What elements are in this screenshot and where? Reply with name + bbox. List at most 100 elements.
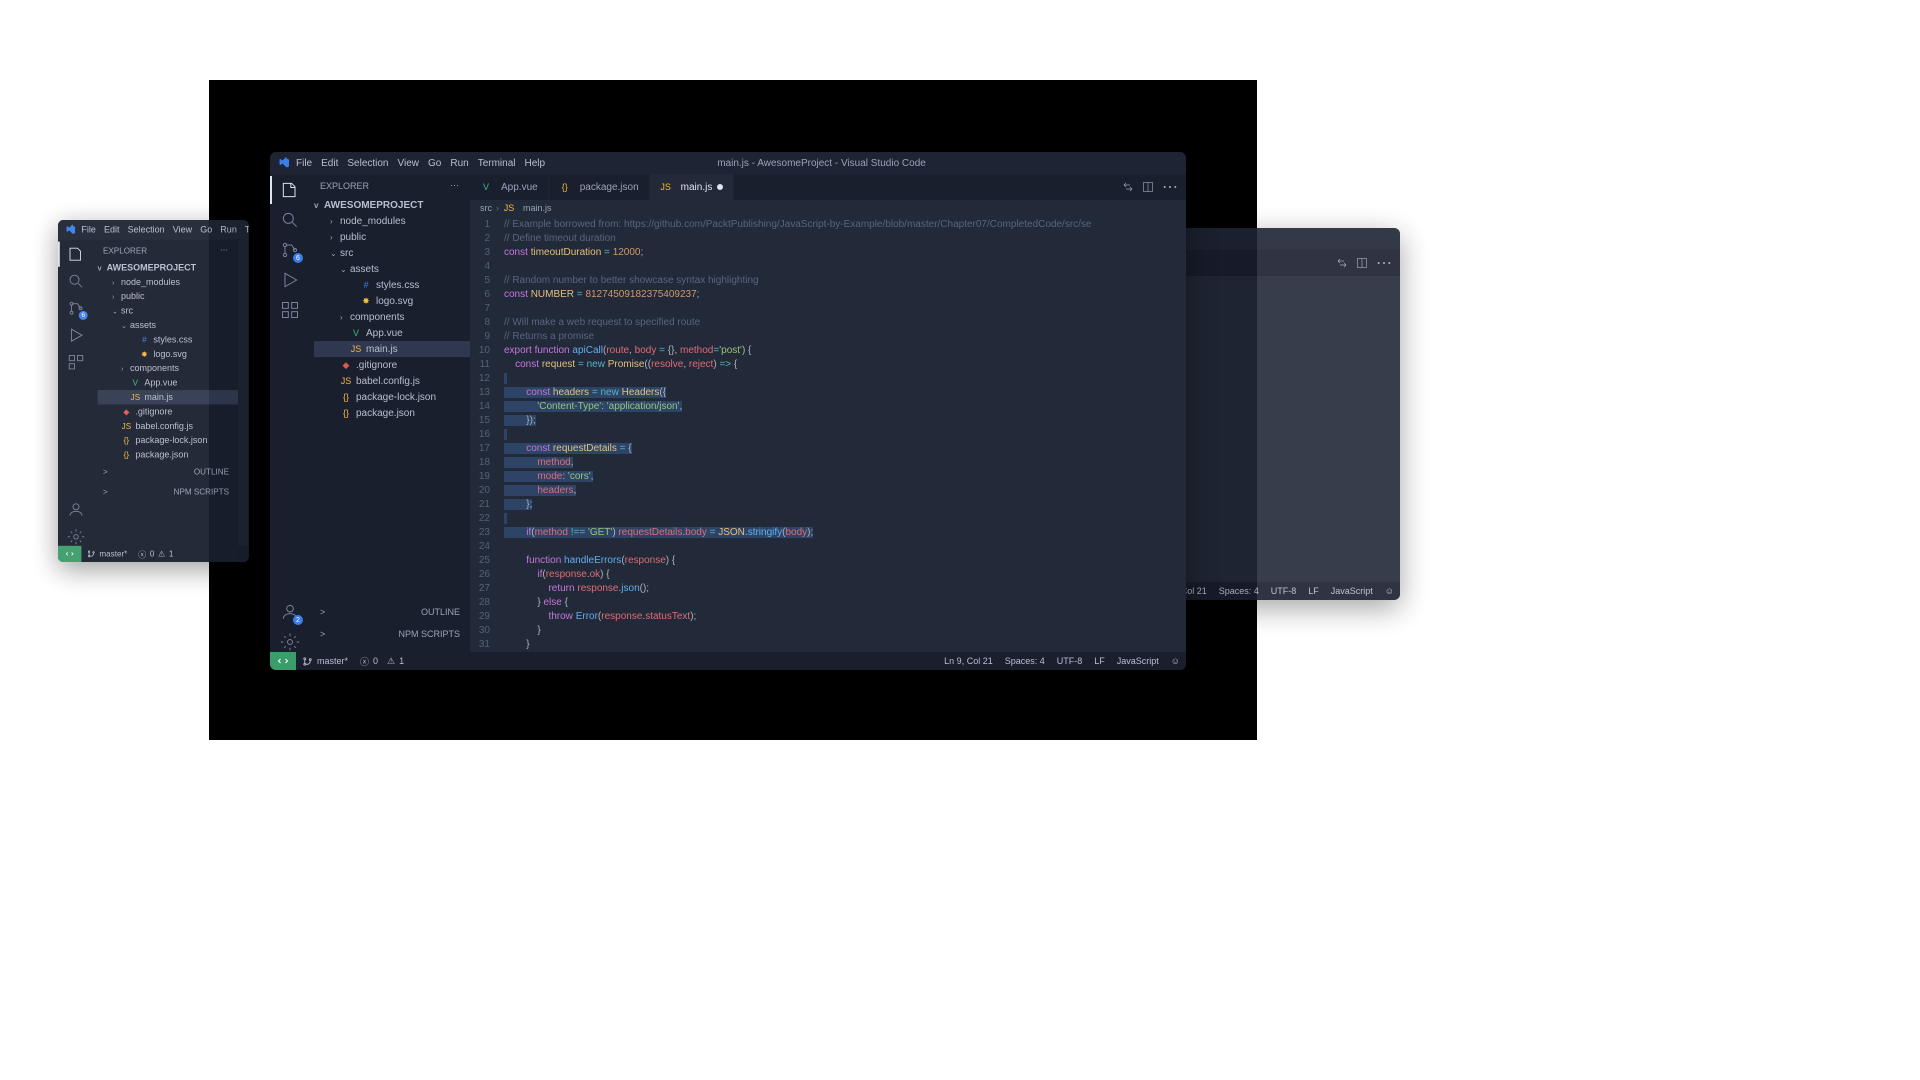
cursor-pos[interactable]: Ln 9, Col 21 xyxy=(938,656,999,666)
tree-item[interactable]: JSbabel.config.js xyxy=(314,373,470,389)
split-icon[interactable] xyxy=(1356,257,1368,269)
tree-item[interactable]: ›node_modules xyxy=(314,213,470,229)
npm-section[interactable]: >NPM SCRIPTS xyxy=(310,623,470,645)
feedback-icon[interactable]: ☺ xyxy=(1165,656,1186,666)
problems-status[interactable]: ⓧ 0 ⚠ 1 xyxy=(354,655,410,668)
tree-item[interactable]: {}package-lock.json xyxy=(98,433,238,447)
menu-item[interactable]: File xyxy=(296,158,312,169)
problems-status[interactable]: ⓧ 0 ⚠ 1 xyxy=(133,548,179,560)
tree-item[interactable]: ›components xyxy=(98,361,238,375)
tree-item[interactable]: VApp.vue xyxy=(314,325,470,341)
eol-status[interactable]: LF xyxy=(1302,586,1325,596)
tree-item[interactable]: ✸logo.svg xyxy=(98,347,238,361)
menu-item[interactable]: Go xyxy=(200,225,212,235)
eol-status[interactable]: LF xyxy=(1088,656,1111,666)
code-editor[interactable]: 1234567891011121314151617181920212223242… xyxy=(470,216,1186,652)
menu-item[interactable]: File xyxy=(81,225,96,235)
menu-item[interactable]: Terminal xyxy=(245,225,249,235)
lang-status[interactable]: JavaScript xyxy=(1111,656,1165,666)
remote-button[interactable] xyxy=(270,652,296,670)
crumb-item[interactable]: main.js xyxy=(523,203,552,213)
search-icon[interactable] xyxy=(67,272,85,290)
feedback-icon[interactable]: ☺ xyxy=(1379,586,1400,596)
menu-item[interactable]: View xyxy=(173,225,192,235)
tree-item[interactable]: ›node_modules xyxy=(98,275,238,289)
tree-item[interactable]: ⌄src xyxy=(98,304,238,318)
branch-status[interactable]: master* xyxy=(81,549,132,558)
debug-icon[interactable] xyxy=(280,270,300,290)
editor-tab[interactable]: JSmain.js xyxy=(650,174,735,200)
branch-status[interactable]: master* xyxy=(296,656,354,667)
breadcrumbs[interactable]: src › JS main.js xyxy=(470,200,1186,216)
tab-actions[interactable]: ⋯ xyxy=(1328,250,1400,276)
tree-item[interactable]: ⌄assets xyxy=(98,318,238,332)
menu-item[interactable]: Go xyxy=(428,158,441,169)
menu-item[interactable]: Run xyxy=(220,225,237,235)
tree-item[interactable]: ›public xyxy=(314,229,470,245)
tree-item[interactable]: ◆.gitignore xyxy=(314,357,470,373)
tree-item[interactable]: ✸logo.svg xyxy=(314,293,470,309)
compare-icon[interactable] xyxy=(1336,257,1348,269)
encoding-status[interactable]: UTF-8 xyxy=(1265,586,1303,596)
explorer-title: EXPLORER xyxy=(103,246,147,255)
extensions-icon[interactable] xyxy=(67,353,85,371)
menu-item[interactable]: Terminal xyxy=(478,158,516,169)
tree-item[interactable]: JSbabel.config.js xyxy=(98,419,238,433)
accounts-icon[interactable] xyxy=(67,501,85,519)
menu-item[interactable]: Run xyxy=(450,158,468,169)
encoding-status[interactable]: UTF-8 xyxy=(1051,656,1089,666)
tree-item[interactable]: ›public xyxy=(98,289,238,303)
tree-item[interactable]: ›components xyxy=(314,309,470,325)
tree-item[interactable]: JSmain.js xyxy=(314,341,470,357)
menu-item[interactable]: Selection xyxy=(347,158,388,169)
scm-badge: 6 xyxy=(293,253,303,263)
explorer-more-icon[interactable]: ⋯ xyxy=(450,180,460,191)
menu-item[interactable]: Help xyxy=(525,158,546,169)
accounts-icon[interactable]: 2 xyxy=(280,602,300,622)
tree-item[interactable]: {}package.json xyxy=(314,405,470,421)
tree-item[interactable]: {}package-lock.json xyxy=(314,389,470,405)
outline-section[interactable]: >OUTLINE xyxy=(310,601,470,623)
settings-icon[interactable] xyxy=(67,528,85,546)
tree-item[interactable]: ◆.gitignore xyxy=(98,405,238,419)
explorer-icon[interactable] xyxy=(67,245,85,263)
crumb-item[interactable]: src xyxy=(480,203,492,213)
remote-button[interactable] xyxy=(58,546,81,562)
project-name[interactable]: AWESOMEPROJECT xyxy=(107,263,197,273)
code-lines[interactable]: // Example borrowed from: https://github… xyxy=(498,216,1186,652)
tree-item[interactable]: ⌄assets xyxy=(314,261,470,277)
split-icon[interactable] xyxy=(1142,181,1154,193)
more-icon[interactable]: ⋯ xyxy=(1162,177,1178,197)
settings-icon[interactable] xyxy=(280,632,300,652)
tree-item[interactable]: JSmain.js xyxy=(98,390,238,404)
project-root[interactable]: vAWESOMEPROJECT xyxy=(310,197,470,213)
menu-item[interactable]: Selection xyxy=(128,225,165,235)
tree-item[interactable]: {}package.json xyxy=(98,448,238,462)
editor-tab[interactable]: VApp.vue xyxy=(470,174,549,200)
tree-item[interactable]: ⌄src xyxy=(314,245,470,261)
menu-item[interactable]: Edit xyxy=(321,158,338,169)
more-icon[interactable]: ⋯ xyxy=(1376,253,1392,273)
debug-icon[interactable] xyxy=(67,326,85,344)
lang-status[interactable]: JavaScript xyxy=(1325,586,1379,596)
menu-bar[interactable]: File Edit Selection View Go Run Terminal Help xyxy=(296,158,545,169)
menu-bar[interactable]: FileEditSelectionViewGoRunTerminalHelp xyxy=(81,225,248,235)
npm-section[interactable]: NPM SCRIPTS xyxy=(174,487,229,496)
menu-item[interactable]: View xyxy=(398,158,420,169)
dirty-indicator-icon xyxy=(717,184,723,190)
extensions-icon[interactable] xyxy=(280,300,300,320)
tree-item[interactable]: VApp.vue xyxy=(98,376,238,390)
tree-item[interactable]: #styles.css xyxy=(314,277,470,293)
spaces-status[interactable]: Spaces: 4 xyxy=(999,656,1051,666)
explorer-icon[interactable] xyxy=(280,180,300,200)
editor-tab[interactable]: {}package.json xyxy=(549,174,650,200)
explorer-more-icon[interactable]: ⋯ xyxy=(220,245,229,255)
tree-item[interactable]: #styles.css xyxy=(98,333,238,347)
search-icon[interactable] xyxy=(280,210,300,230)
menu-item[interactable]: Edit xyxy=(104,225,120,235)
scm-icon[interactable]: 6 xyxy=(280,240,300,260)
spaces-status[interactable]: Spaces: 4 xyxy=(1213,586,1265,596)
compare-icon[interactable] xyxy=(1122,181,1134,193)
outline-section[interactable]: OUTLINE xyxy=(194,468,229,477)
scm-icon[interactable]: 6 xyxy=(67,299,85,317)
